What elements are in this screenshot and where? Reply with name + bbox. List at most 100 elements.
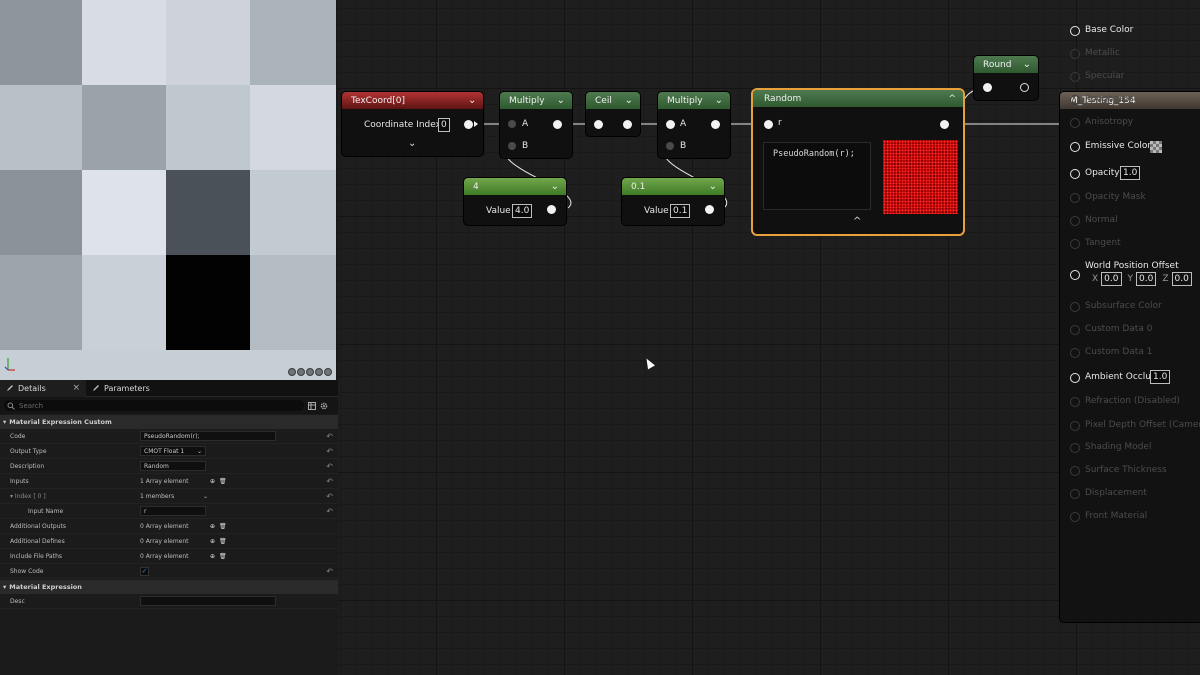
reset-icon[interactable]: ↶ xyxy=(326,447,333,456)
result-input-pin[interactable] xyxy=(1070,489,1080,499)
node-material-result[interactable]: M_Testing_154 Base Color Metallic Specular… xyxy=(1060,25,1200,622)
tab-details[interactable]: Details × xyxy=(0,379,86,397)
close-icon[interactable]: × xyxy=(72,383,80,393)
chevron-down-icon[interactable]: ⌄ xyxy=(557,95,565,105)
result-input-pin[interactable] xyxy=(1070,169,1080,179)
reset-icon[interactable]: ↶ xyxy=(326,432,333,441)
description-field[interactable]: Random xyxy=(140,461,206,471)
output-pin[interactable] xyxy=(547,205,556,214)
reset-icon[interactable]: ↶ xyxy=(326,507,333,516)
node-ceil[interactable]: Ceil ⌄ xyxy=(586,92,640,136)
output-pin[interactable] xyxy=(940,120,949,129)
index-label-wrap[interactable]: ▾ Index [ 0 ] xyxy=(0,493,140,500)
node-round[interactable]: Round ⌄ xyxy=(974,56,1038,100)
preview-cylinder-icon[interactable] xyxy=(288,368,296,376)
result-pin-value[interactable]: 1.0 xyxy=(1120,166,1141,180)
result-input-pin[interactable] xyxy=(1070,421,1080,431)
result-input-pin[interactable] xyxy=(1070,142,1080,152)
chevron-down-icon[interactable]: ⌄ xyxy=(468,95,476,105)
collapse-chevron-icon[interactable]: ^ xyxy=(948,94,956,104)
result-input-pin[interactable] xyxy=(1070,216,1080,226)
output-pin[interactable] xyxy=(705,205,714,214)
value-field[interactable]: 0.1 xyxy=(670,204,691,218)
input-pin[interactable] xyxy=(983,83,992,92)
desc-field[interactable] xyxy=(140,596,276,606)
trash-icon[interactable]: 🗑 xyxy=(219,478,227,485)
section-material-expression[interactable]: ▾ Material Expression xyxy=(0,580,338,594)
input-pin-b[interactable] xyxy=(666,142,674,150)
node-texcoord[interactable]: TexCoord[0] ⌄ Coordinate Index 0 ⌄ xyxy=(342,92,483,156)
input-name-field[interactable]: r xyxy=(140,506,206,516)
trash-icon[interactable]: 🗑 xyxy=(219,538,227,545)
gear-icon[interactable] xyxy=(320,402,328,410)
output-pin[interactable] xyxy=(623,120,632,129)
result-input-pin[interactable] xyxy=(1070,49,1080,59)
expand-chevron-icon[interactable]: ^ xyxy=(853,216,861,227)
chevron-down-icon[interactable]: ⌄ xyxy=(715,95,723,105)
result-input-pin[interactable] xyxy=(1070,26,1080,36)
node-constant-0-1[interactable]: 0.1 ⌄ Value 0.1 xyxy=(622,178,724,225)
result-input-pin[interactable] xyxy=(1070,193,1080,203)
result-input-pin[interactable] xyxy=(1070,239,1080,249)
reset-icon[interactable]: ↶ xyxy=(326,462,333,471)
expand-chevron-icon[interactable]: ⌄ xyxy=(408,138,416,149)
result-input-pin[interactable] xyxy=(1070,95,1080,105)
chevron-down-icon[interactable]: ⌄ xyxy=(203,493,208,500)
output-pin[interactable] xyxy=(464,120,473,129)
result-pin-value[interactable]: 1.0 xyxy=(1150,370,1171,384)
coordinate-index-field[interactable]: 0 xyxy=(438,118,450,132)
result-input-pin[interactable] xyxy=(1070,270,1080,280)
chevron-down-icon[interactable]: ⌄ xyxy=(625,95,633,105)
output-type-dropdown[interactable]: CMOT Float 1 ⌄ xyxy=(140,446,206,456)
code-field[interactable]: PseudoRandom(r); xyxy=(140,431,276,441)
result-input-pin[interactable] xyxy=(1070,397,1080,407)
trash-icon[interactable]: 🗑 xyxy=(219,523,227,530)
section-material-expression-custom[interactable]: ▾ Material Expression Custom xyxy=(0,415,338,429)
wpo-axis-value[interactable]: 0.0 xyxy=(1101,272,1122,286)
input-pin[interactable] xyxy=(594,120,603,129)
table-view-icon[interactable] xyxy=(308,401,316,410)
preview-plane-icon[interactable] xyxy=(306,368,314,376)
chevron-down-icon[interactable]: ⌄ xyxy=(709,181,717,191)
add-element-icon[interactable]: ⊕ xyxy=(210,553,215,560)
result-input-pin[interactable] xyxy=(1070,512,1080,522)
chevron-down-icon[interactable]: ⌄ xyxy=(551,181,559,191)
result-input-pin[interactable] xyxy=(1070,466,1080,476)
preview-viewport[interactable] xyxy=(0,0,336,380)
result-input-pin[interactable] xyxy=(1070,348,1080,358)
tab-parameters[interactable]: Parameters xyxy=(86,380,156,397)
input-pin-a[interactable] xyxy=(508,120,516,128)
node-random-custom[interactable]: Random ^ r PseudoRandom(r); ^ xyxy=(753,90,963,234)
search-input[interactable]: Search xyxy=(4,400,304,411)
result-input-pin[interactable] xyxy=(1070,72,1080,82)
output-pin[interactable] xyxy=(711,120,720,129)
input-pin-b[interactable] xyxy=(508,142,516,150)
node-constant-4[interactable]: 4 ⌄ Value 4.0 xyxy=(464,178,566,225)
reset-icon[interactable]: ↶ xyxy=(326,567,333,576)
chevron-down-icon[interactable]: ⌄ xyxy=(1023,59,1031,69)
checker-swatch-icon[interactable] xyxy=(1150,141,1162,153)
result-input-pin[interactable] xyxy=(1070,302,1080,312)
result-input-pin[interactable] xyxy=(1070,325,1080,335)
value-field[interactable]: 4.0 xyxy=(512,204,533,218)
trash-icon[interactable]: 🗑 xyxy=(219,553,227,560)
wpo-axis-value[interactable]: 0.0 xyxy=(1171,272,1192,286)
show-code-checkbox[interactable]: ✓ xyxy=(140,566,149,576)
input-pin-r[interactable] xyxy=(764,120,773,129)
output-pin[interactable] xyxy=(553,120,562,129)
reset-icon[interactable]: ↶ xyxy=(326,492,333,501)
node-multiply-2[interactable]: Multiply ⌄ A B xyxy=(658,92,730,158)
result-input-pin[interactable] xyxy=(1070,443,1080,453)
result-input-pin[interactable] xyxy=(1070,373,1080,383)
add-element-icon[interactable]: ⊕ xyxy=(210,538,215,545)
reset-icon[interactable]: ↶ xyxy=(326,477,333,486)
wpo-axis-value[interactable]: 0.0 xyxy=(1136,272,1157,286)
preview-sphere-icon[interactable] xyxy=(297,368,305,376)
input-pin-a[interactable] xyxy=(666,120,675,129)
preview-mesh-icon[interactable] xyxy=(324,368,332,376)
add-element-icon[interactable]: ⊕ xyxy=(210,523,215,530)
result-input-pin[interactable] xyxy=(1070,118,1080,128)
output-pin[interactable] xyxy=(1020,83,1029,92)
node-multiply-1[interactable]: Multiply ⌄ A B xyxy=(500,92,572,158)
preview-cube-icon[interactable] xyxy=(315,368,323,376)
